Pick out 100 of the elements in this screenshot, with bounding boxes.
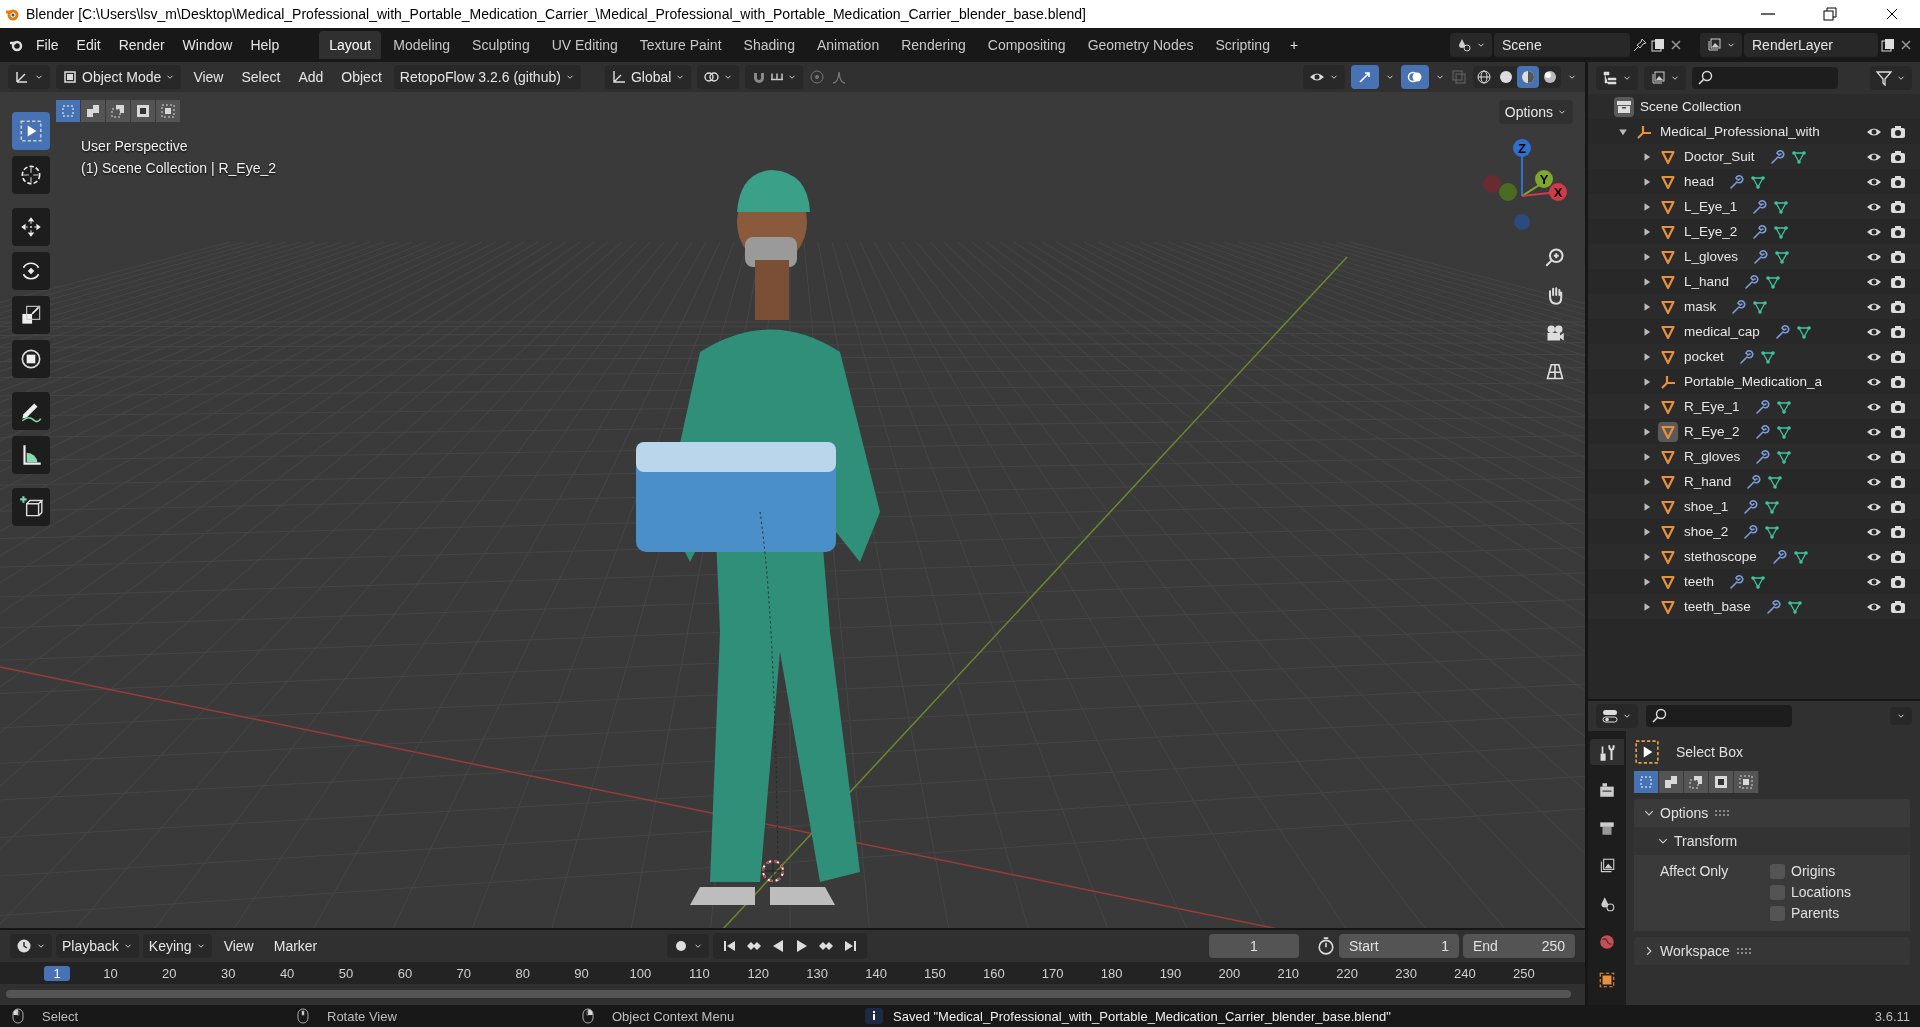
workspace-tab[interactable]: Texture Paint [629,31,732,59]
workspace-tab[interactable]: Shading [733,31,805,59]
view-menu-item[interactable]: Select [235,66,287,87]
current-frame-marker: 1 [44,965,70,981]
mode-dropdown[interactable]: Object Mode [56,64,182,89]
checkbox-label[interactable]: Origins [1791,863,1836,879]
outliner-item-name[interactable]: Scene Collection [1640,99,1742,114]
workspace-tab[interactable]: Rendering [891,31,976,59]
view-menu-item[interactable]: Object [335,66,388,87]
outliner-item-name[interactable]: R_Eye_1 [1684,399,1740,414]
panel-header[interactable]: Workspace [1634,937,1910,965]
status-message: Saved "Medical_Professional_with_Portable_Medication_Carrier_blender_base.blend" [893,1008,1391,1024]
frame-number: 230 [1394,965,1418,981]
workspace-tab[interactable]: Layout [319,31,382,59]
current-frame-field[interactable]: 1 [1209,934,1299,959]
frame-number: 140 [864,965,888,981]
menu-item[interactable]: Render [110,33,173,57]
frame-number: 30 [220,965,237,981]
viewport-info-text: (1) Scene Collection | R_Eye_2 [81,159,277,176]
frame-number: 200 [1217,965,1242,981]
frame-number: 210 [1276,965,1301,981]
view-menu-item[interactable]: View [187,66,230,87]
version-label: 3.6.11 [1874,1008,1910,1024]
outliner-item-name[interactable]: Doctor_Suit [1684,149,1755,164]
frame-number: 250 [1511,965,1536,981]
panel-title[interactable]: Options [1660,805,1709,821]
workspace-tab[interactable]: Scripting [1205,31,1280,59]
frame-number: 20 [161,965,178,981]
timeline-menu[interactable]: View [215,934,262,959]
frame-number: 80 [514,965,531,981]
outliner-item-name[interactable]: teeth [1684,574,1715,589]
scene-name-field[interactable]: Scene [1494,33,1630,57]
workspace-tab[interactable]: Geometry Nodes [1077,31,1204,59]
add-workspace-button[interactable]: + [1281,33,1307,57]
frame-number: 90 [573,965,590,981]
outliner-item-name[interactable]: L_Eye_2 [1684,224,1738,239]
view-layer-name-field[interactable]: RenderLayer [1744,33,1878,57]
subpanel-title[interactable]: Transform [1674,833,1738,849]
frame-number: 100 [628,965,653,981]
frame-number: 50 [337,965,355,981]
frame-number: 170 [1040,965,1065,981]
status-hint: Object Context Menu [612,1008,735,1024]
workspace-tab[interactable]: Sculpting [462,31,540,59]
view-menu-item[interactable]: Add [292,66,330,87]
workspace-tab[interactable]: UV Editing [541,31,628,59]
frame-number: 190 [1158,965,1183,981]
viewport-info-text: User Perspective [81,137,189,154]
frame-number: 60 [396,965,414,981]
end-frame-field[interactable]: End 250 [1463,934,1575,959]
frame-number: 40 [278,965,296,981]
outliner-item-name[interactable]: Portable_Medication_a [1684,374,1823,389]
frame-number: 150 [923,965,947,981]
workspace-tab[interactable]: Compositing [977,31,1076,59]
outliner-item-name[interactable]: Medical_Professional_with [1660,124,1820,139]
outliner-item-name[interactable]: medical_cap [1684,324,1760,339]
outliner-item-name[interactable]: R_gloves [1684,449,1741,464]
workspace-tab[interactable]: Animation [806,31,890,59]
outliner-item-name[interactable]: R_hand [1684,474,1732,489]
options-dropdown[interactable]: Options [1498,99,1573,124]
workspace-tab[interactable]: Modeling [383,31,461,59]
outliner-item-name[interactable]: pocket [1684,349,1724,364]
outliner-item-name[interactable]: L_Eye_1 [1684,199,1738,214]
frame-number: 70 [455,965,472,981]
status-hint: Rotate View [327,1008,397,1024]
frame-number: 120 [746,965,771,981]
frame-number: 180 [1099,965,1124,981]
orientation-dropdown[interactable]: Global [604,64,692,89]
navigation-gizmo[interactable]: Z Y X [1472,133,1572,230]
frame-number: 160 [981,965,1006,981]
addon-dropdown[interactable]: RetopoFlow 3.2.6 (github) [393,64,581,89]
outliner-item-name[interactable]: shoe_1 [1684,499,1729,514]
outliner-item-name[interactable]: mask [1684,299,1717,314]
panel-header[interactable]: Options [1634,799,1910,827]
outliner-item-name[interactable]: teeth_base [1684,599,1751,614]
frame-number: 110 [688,965,711,981]
frame-number: 130 [805,965,829,981]
outliner-item-name[interactable]: R_Eye_2 [1684,424,1740,439]
window-title: Blender [C:\Users\lsv_m\Desktop\Medical_Professional_with_Portable_Medication_Carrier_\Medical_Professional_with_Portable_Medication_Carrier_blender_base.blend] [26,6,1087,22]
frame-number: 240 [1453,965,1477,981]
outliner-item-name[interactable]: L_gloves [1684,249,1739,264]
menu-item[interactable]: Help [242,33,288,57]
timeline-menu[interactable]: Playback [56,934,139,959]
start-frame-field[interactable]: Start 1 [1339,934,1459,959]
panel-title[interactable]: Workspace [1660,943,1730,959]
checkbox-label[interactable]: Locations [1791,884,1851,900]
subpanel-header[interactable]: Transform [1634,827,1910,855]
checkbox-label[interactable]: Parents [1791,905,1840,921]
timeline-menu[interactable]: Keying [142,934,212,959]
outliner-item-name[interactable]: shoe_2 [1684,524,1729,539]
timeline-menu[interactable]: Marker [265,934,326,959]
status-hint: Select [42,1008,79,1024]
menu-item[interactable]: File [28,33,67,57]
outliner-item-name[interactable]: L_hand [1684,274,1730,289]
active-tool-name: Select Box [1676,744,1743,760]
outliner-item-name[interactable]: stethoscope [1684,549,1757,564]
menu-item[interactable]: Window [174,33,241,57]
outliner-item-name[interactable]: head [1684,174,1715,189]
menu-item[interactable]: Edit [68,33,109,57]
field-label: Affect Only [1660,863,1730,881]
frame-number: 220 [1335,965,1359,981]
